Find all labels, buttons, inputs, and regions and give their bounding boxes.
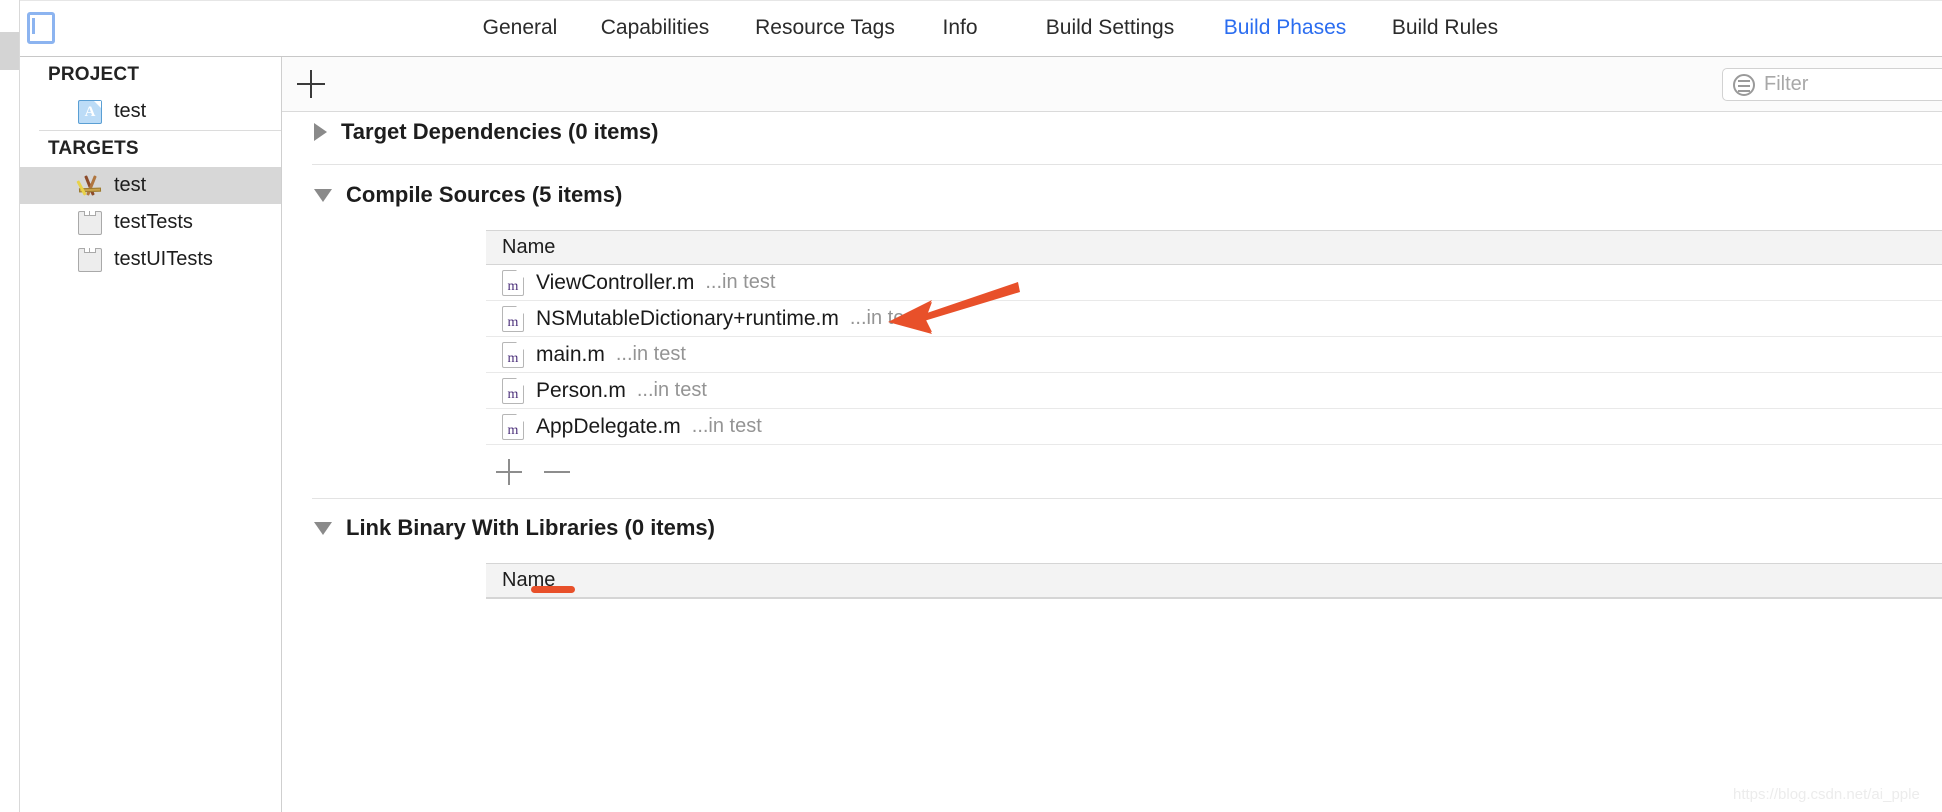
remove-source-file-button[interactable]	[542, 457, 572, 487]
table-row[interactable]: m AppDelegate.m ...in test	[486, 409, 1942, 445]
disclosure-triangle-collapsed-icon[interactable]	[314, 123, 327, 141]
file-name: Person.m	[536, 378, 626, 402]
app-document-icon	[78, 100, 102, 124]
xcode-build-phases-window: General Capabilities Resource Tags Info Buil…	[0, 0, 1942, 812]
phase-title: Compile Sources (5 items)	[346, 182, 623, 207]
add-build-phase-button[interactable]	[292, 65, 330, 103]
sidebar-targets-header: TARGETS	[48, 138, 139, 159]
filter-field[interactable]: Filter	[1722, 68, 1942, 101]
table-row[interactable]: m NSMutableDictionary+runtime.m ...in test	[486, 301, 1942, 337]
column-header-name: Name	[502, 236, 556, 258]
filter-placeholder: Filter	[1764, 73, 1809, 95]
sidebar-item-label: test	[114, 100, 147, 122]
table-row[interactable]: m Person.m ...in test	[486, 373, 1942, 409]
toolbar-bottom-divider	[282, 111, 1942, 112]
sidebar-item-label: testUITests	[114, 248, 213, 270]
sidebar-item-target-testUITests[interactable]: testUITests	[20, 241, 282, 278]
file-name: ViewController.m	[536, 270, 695, 294]
tab-list: General Capabilities Resource Tags Info Buil…	[20, 0, 1942, 56]
objc-file-icon: m	[502, 269, 524, 296]
link-binary-column-header: Name	[486, 563, 1942, 598]
bundle-icon	[78, 248, 102, 272]
editor-tab-bar: General Capabilities Resource Tags Info Buil…	[20, 0, 1942, 57]
objc-file-icon: m	[502, 341, 524, 368]
sidebar-item-target-test[interactable]: test	[20, 167, 282, 204]
file-name: AppDelegate.m	[536, 414, 681, 438]
phase-title: Link Binary With Libraries (0 items)	[346, 515, 715, 540]
objc-file-icon: m	[502, 377, 524, 404]
sidebar-item-label: testTests	[114, 211, 193, 233]
sidebar-item-target-testTests[interactable]: testTests	[20, 204, 282, 241]
phases-toolbar: Filter	[282, 57, 1942, 112]
target-icon	[76, 174, 102, 198]
phase-header-link-binary-with-libraries[interactable]: Link Binary With Libraries (0 items)	[314, 515, 715, 541]
objc-file-icon: m	[502, 413, 524, 440]
red-underline-on-remove-button	[531, 586, 575, 593]
project-targets-sidebar: PROJECT test TARGETS test testTests testUI…	[20, 57, 282, 812]
disclosure-triangle-expanded-icon[interactable]	[314, 521, 332, 535]
file-location: ...in test	[691, 415, 762, 437]
compile-sources-column-header: Name	[486, 230, 1942, 265]
file-location: ...in test	[849, 307, 920, 329]
file-location: ...in test	[636, 379, 707, 401]
tab-build-rules[interactable]: Build Rules	[1345, 0, 1545, 56]
file-name: main.m	[536, 342, 605, 366]
objc-file-icon: m	[502, 305, 524, 332]
add-source-file-button[interactable]	[494, 457, 524, 487]
phase-divider-1	[312, 164, 1942, 165]
table-row[interactable]: m main.m ...in test	[486, 337, 1942, 373]
file-location: ...in test	[615, 343, 686, 365]
gutter-tab-handle[interactable]	[0, 32, 20, 70]
bundle-icon	[78, 211, 102, 235]
filter-icon	[1733, 73, 1755, 96]
build-phases-content: Filter Target Dependencies (0 items) Com…	[282, 57, 1942, 812]
window-gutter	[0, 0, 20, 812]
phase-divider-2	[312, 498, 1942, 499]
file-name: NSMutableDictionary+runtime.m	[536, 306, 839, 330]
compile-sources-add-remove-bar	[494, 457, 614, 497]
table-row[interactable]: m ViewController.m ...in test	[486, 265, 1942, 301]
sidebar-item-project-test[interactable]: test	[20, 93, 282, 130]
disclosure-triangle-expanded-icon[interactable]	[314, 188, 332, 202]
sidebar-item-label: test	[114, 174, 147, 196]
phase-header-target-dependencies[interactable]: Target Dependencies (0 items)	[314, 119, 658, 145]
link-binary-body-divider	[486, 598, 1942, 599]
file-location: ...in test	[705, 271, 776, 293]
sidebar-project-header: PROJECT	[48, 64, 140, 85]
phase-header-compile-sources[interactable]: Compile Sources (5 items)	[314, 182, 622, 208]
phase-title: Target Dependencies (0 items)	[341, 119, 659, 144]
site-watermark: https://blog.csdn.net/ai_pple	[1733, 786, 1920, 803]
